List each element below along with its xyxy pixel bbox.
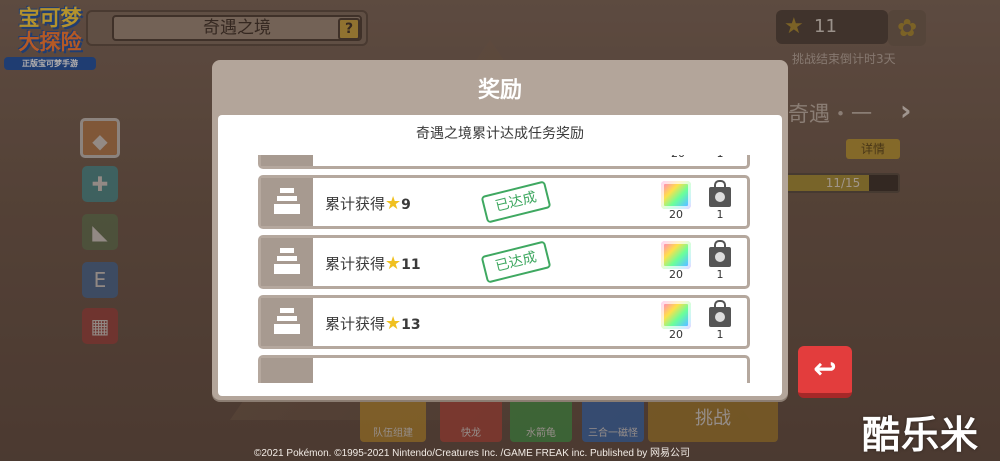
condition-label: 累计获得: [325, 195, 386, 213]
rainbow-cube-icon: [661, 181, 691, 209]
reward-count: 20: [661, 155, 695, 160]
reward-lock: 1: [703, 180, 737, 221]
reward-count: 1: [716, 208, 724, 221]
reward-cube: 20: [659, 241, 693, 281]
reward-row: 累计获得★9 已达成 20 1: [258, 175, 750, 229]
condition-count: 13: [401, 317, 421, 333]
rainbow-cube-icon: [661, 241, 691, 269]
reward-cube: 20: [659, 301, 693, 341]
reward-count: 20: [669, 208, 683, 221]
reward-row: 20 1: [258, 155, 750, 169]
reward-cube: 20: [659, 181, 693, 221]
star-icon: ★: [385, 253, 402, 274]
reward-count: 1: [703, 155, 737, 160]
reward-lock: 1: [703, 300, 737, 341]
reward-row: 累计获得★13 20 1: [258, 295, 750, 349]
reward-count: 1: [716, 268, 724, 281]
star-icon: ★: [385, 193, 402, 214]
reward-condition: 累计获得★11: [325, 253, 421, 274]
reward-modal: 奖励 奇遇之境累计达成任务奖励 20 1 累计获得★9 已达成 20 1: [212, 60, 788, 400]
reward-count: 20: [669, 328, 683, 341]
reward-count: 20: [669, 268, 683, 281]
pyramid-icon: [261, 178, 313, 226]
condition-label: 累计获得: [325, 255, 386, 273]
camera-icon: [709, 240, 731, 267]
pyramid-icon: [261, 155, 313, 166]
watermark: 酷乐米: [862, 413, 980, 457]
condition-count: 9: [401, 197, 411, 213]
reward-list[interactable]: 20 1 累计获得★9 已达成 20 1 累计获得★11 已达成 20: [258, 155, 750, 383]
reward-lock: 1: [703, 240, 737, 281]
reward-count: 1: [716, 328, 724, 341]
pyramid-icon: [261, 238, 313, 286]
reward-condition: 累计获得★13: [325, 313, 421, 334]
modal-subtitle: 奇遇之境累计达成任务奖励: [416, 126, 584, 142]
return-arrow-icon[interactable]: ↩: [798, 346, 852, 398]
camera-icon: [709, 300, 731, 327]
reward-row: 累计获得★11 已达成 20 1: [258, 235, 750, 289]
modal-body: 奇遇之境累计达成任务奖励 20 1 累计获得★9 已达成 20 1: [218, 115, 782, 396]
pyramid-icon: [261, 298, 313, 346]
reward-row: [258, 355, 750, 383]
condition-count: 11: [401, 257, 421, 273]
star-icon: ★: [385, 313, 402, 334]
camera-icon: [709, 180, 731, 207]
completed-stamp: 已达成: [480, 180, 552, 224]
pyramid-icon: [261, 358, 313, 383]
completed-stamp: 已达成: [480, 240, 552, 284]
copyright-text: ©2021 Pokémon. ©1995-2021 Nintendo/Creat…: [254, 448, 691, 459]
reward-condition: 累计获得★9: [325, 193, 411, 214]
modal-title: 奖励: [477, 78, 522, 103]
condition-label: 累计获得: [325, 315, 386, 333]
rainbow-cube-icon: [661, 301, 691, 329]
